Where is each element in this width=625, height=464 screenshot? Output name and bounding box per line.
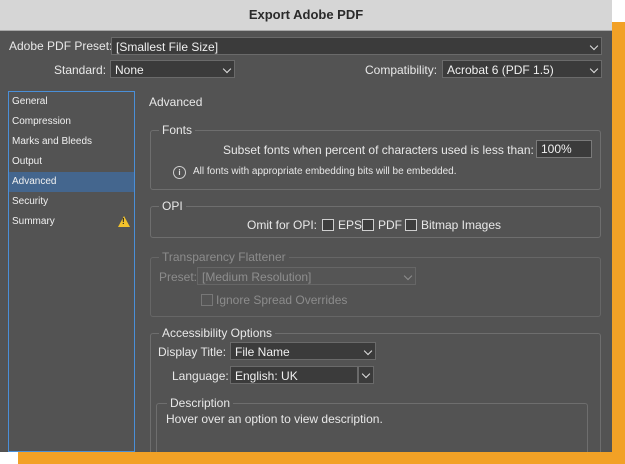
compatibility-value: Acrobat 6 (PDF 1.5) (447, 63, 554, 77)
sidebar-item-security[interactable]: Security (9, 192, 134, 212)
sidebar-item-advanced[interactable]: Advanced (9, 172, 134, 192)
subset-percent-input[interactable]: 100% (536, 140, 592, 158)
embedding-note: All fonts with appropriate embedding bit… (193, 166, 457, 177)
opi-legend: OPI (159, 199, 186, 213)
preset-label: Adobe PDF Preset: (9, 39, 113, 53)
warning-icon: ! (118, 216, 130, 227)
subset-fonts-label: Subset fonts when percent of characters … (223, 143, 534, 157)
flattener-preset-label: Preset: (159, 270, 198, 284)
display-title-label: Display Title: (158, 345, 227, 359)
standard-value: None (115, 63, 144, 77)
sidebar-item-compression[interactable]: Compression (9, 112, 134, 132)
language-combo-input[interactable]: English: UK (230, 366, 358, 384)
sidebar-item-summary[interactable]: Summary ! (9, 212, 134, 232)
pdf-label: PDF (378, 218, 402, 232)
compatibility-dropdown[interactable]: Acrobat 6 (PDF 1.5) (442, 60, 602, 78)
export-pdf-dialog: Export Adobe PDF Adobe PDF Preset: [Smal… (0, 0, 612, 452)
transparency-legend: Transparency Flattener (159, 250, 289, 264)
display-title-value: File Name (235, 345, 290, 359)
eps-checkbox[interactable] (322, 219, 334, 231)
transparency-section (150, 257, 601, 317)
description-text: Hover over an option to view description… (166, 412, 383, 426)
bitmap-images-checkbox[interactable] (405, 219, 417, 231)
description-legend: Description (167, 396, 234, 410)
accessibility-legend: Accessibility Options (159, 326, 276, 340)
bitmap-images-label: Bitmap Images (421, 218, 502, 232)
ignore-spread-overrides-checkbox[interactable] (201, 294, 213, 306)
language-dropdown-button[interactable] (358, 366, 374, 384)
info-icon: i (173, 166, 186, 179)
chevron-down-icon (589, 64, 599, 74)
standard-dropdown[interactable]: None (110, 60, 235, 78)
category-list: General Compression Marks and Bleeds Out… (8, 91, 135, 452)
standard-label: Standard: (54, 63, 107, 77)
opi-section (150, 206, 601, 238)
language-label: Language: (172, 369, 229, 383)
sidebar-item-general[interactable]: General (9, 92, 134, 112)
pdf-checkbox[interactable] (362, 219, 374, 231)
sidebar-item-output[interactable]: Output (9, 152, 134, 172)
chevron-down-icon (363, 346, 373, 356)
omit-for-opi-label: Omit for OPI: (247, 218, 318, 232)
fonts-section (150, 130, 601, 190)
chevron-down-icon (589, 41, 599, 51)
eps-label: EPS (338, 218, 363, 232)
fonts-legend: Fonts (159, 123, 196, 137)
preset-value: [Smallest File Size] (116, 40, 219, 54)
flattener-preset-value: [Medium Resolution] (202, 270, 312, 284)
ignore-spread-overrides-label: Ignore Spread Overrides (216, 293, 348, 307)
chevron-down-icon (222, 64, 232, 74)
compatibility-label: Compatibility: (365, 63, 438, 77)
panel-title: Advanced (149, 95, 203, 109)
display-title-dropdown[interactable]: File Name (230, 342, 376, 360)
flattener-preset-dropdown[interactable]: [Medium Resolution] (197, 267, 416, 285)
chevron-down-icon (403, 271, 413, 281)
preset-dropdown[interactable]: [Smallest File Size] (111, 37, 602, 55)
language-value: English: UK (235, 369, 298, 383)
dialog-title: Export Adobe PDF (0, 0, 612, 31)
chevron-down-icon (361, 369, 371, 379)
sidebar-item-marks-and-bleeds[interactable]: Marks and Bleeds (9, 132, 134, 152)
sidebar-item-label: Summary (12, 216, 55, 227)
description-box (156, 403, 588, 452)
